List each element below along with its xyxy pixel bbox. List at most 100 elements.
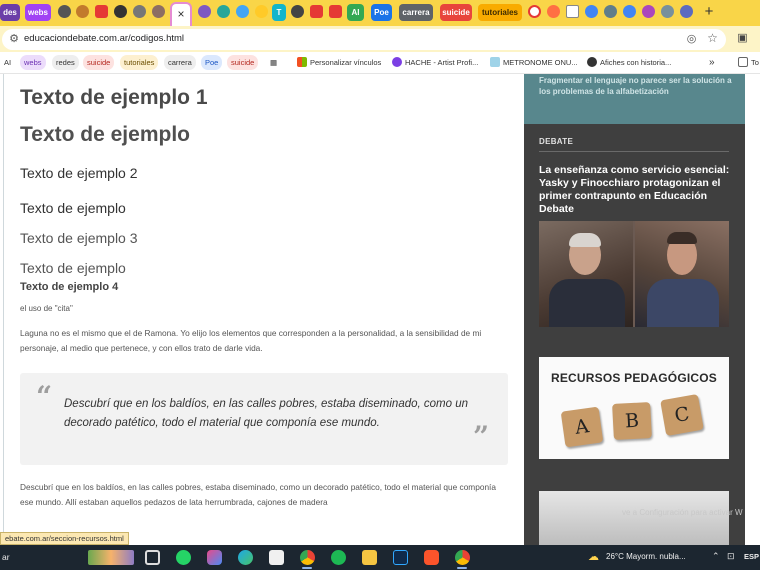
tab-favicon-icon[interactable] — [58, 5, 71, 18]
youtube-icon[interactable] — [310, 5, 323, 18]
search-highlight-image[interactable] — [88, 550, 134, 565]
tab-group-tutoriales[interactable]: tutoriales — [478, 4, 522, 21]
notepad-icon[interactable] — [269, 550, 284, 565]
tab-favicon-icon[interactable] — [133, 5, 146, 18]
file-explorer-icon[interactable] — [362, 550, 377, 565]
tab-favicon-icon[interactable] — [76, 5, 89, 18]
tab-group-carrera[interactable]: carrera — [399, 4, 433, 21]
apps-grid-icon[interactable]: ▦ — [270, 55, 277, 70]
youtube-icon[interactable] — [95, 5, 108, 18]
sidebar: Fragmentar el lenguaje no parece ser la … — [524, 74, 745, 545]
promo-text[interactable]: Fragmentar el lenguaje no parece ser la … — [539, 75, 734, 97]
section-label-debate: DEBATE — [539, 137, 574, 146]
bookmark-redes[interactable]: redes — [52, 55, 79, 70]
metronome-icon — [490, 57, 500, 68]
tab-favicon-icon[interactable] — [661, 5, 674, 18]
bookmark-tutoriales[interactable]: tutoriales — [120, 55, 159, 70]
bookmark-ai[interactable]: AI — [4, 55, 11, 70]
tab-favicon-icon[interactable] — [642, 5, 655, 18]
edge-icon[interactable] — [238, 550, 253, 565]
bookmark-carrera[interactable]: carrera — [164, 55, 196, 70]
bookmark-suicide[interactable]: suicide — [83, 55, 115, 70]
address-bar[interactable]: ⚙ educaciondebate.com.ar/codigos.html ◎ … — [2, 29, 726, 50]
bookmark-personalizar[interactable]: Personalizar vínculos — [297, 55, 381, 70]
browser-toolbar: ⚙ educaciondebate.com.ar/codigos.html ◎ … — [0, 26, 760, 52]
tab-favicon-icon[interactable] — [528, 5, 541, 18]
spotify-icon[interactable] — [331, 550, 346, 565]
tab-group-webs[interactable]: webs — [25, 4, 51, 21]
windows-taskbar: ar ☁ 26°C Mayorm. nubla... ⌃ ⊡ ESP — [0, 545, 760, 570]
photoshop-icon[interactable] — [393, 550, 408, 565]
tab-group-poe[interactable]: Poe — [371, 4, 392, 21]
tray-chevron-icon[interactable]: ⌃ — [712, 551, 720, 562]
google-icon[interactable] — [585, 5, 598, 18]
weather-widget[interactable]: 26°C Mayorm. nubla... — [606, 552, 686, 561]
debate-article-image[interactable] — [539, 221, 729, 327]
person-suit — [647, 279, 719, 327]
weather-cloud-icon[interactable]: ☁ — [588, 551, 602, 563]
url-text[interactable]: educaciondebate.com.ar/codigos.html — [24, 33, 184, 45]
tab-favicon-icon[interactable] — [547, 5, 560, 18]
tab-favicon-icon[interactable] — [217, 5, 230, 18]
bookmark-poe[interactable]: Poe — [201, 55, 223, 70]
bookmark-hache[interactable]: HACHE - Artist Profi... — [392, 55, 478, 70]
tab-favicon-icon[interactable] — [255, 5, 268, 18]
tab-favicon-icon[interactable] — [680, 5, 693, 18]
globe-icon — [587, 57, 597, 68]
brave-icon[interactable] — [424, 550, 439, 565]
heading-h3: Texto de ejemplo — [20, 260, 126, 276]
task-view-icon[interactable] — [145, 550, 160, 565]
recursos-pedagogicos-banner[interactable]: RECURSOS PEDAGÓGICOS A B C — [539, 357, 729, 459]
quote-text: Descubrí que en los baldíos, en las call… — [64, 398, 469, 429]
bookmark-folder[interactable]: To — [738, 55, 759, 70]
paragraph: Descubrí que en los baldíos, en las call… — [20, 482, 496, 507]
promo-article-link[interactable]: Fragmentar el lenguaje no parece ser la … — [524, 74, 745, 124]
tab-favicon-icon[interactable] — [152, 5, 165, 18]
tab-group-des[interactable]: des — [0, 4, 20, 21]
copilot-icon[interactable] — [207, 550, 222, 565]
tab-favicon-icon[interactable] — [604, 5, 617, 18]
bookmark-star-icon[interactable]: ☆ — [706, 32, 719, 45]
google-icon[interactable] — [623, 5, 636, 18]
tab-favicon-icon[interactable] — [198, 5, 211, 18]
language-indicator[interactable]: ESP — [744, 552, 759, 561]
tab-favicon-icon[interactable]: T — [272, 4, 286, 21]
taskbar-search[interactable]: ar — [2, 552, 10, 562]
site-info-icon[interactable]: ⚙ — [8, 33, 20, 45]
bookmark-suicide-2[interactable]: suicide — [227, 55, 259, 70]
extensions-icon[interactable]: ▣ — [736, 32, 749, 45]
banner-title: RECURSOS PEDAGÓGICOS — [550, 371, 718, 385]
new-tab-button[interactable]: + — [700, 3, 718, 21]
cite-caption: el uso de "cita" — [20, 304, 73, 313]
chrome-icon[interactable] — [300, 550, 315, 565]
web-page: Texto de ejemplo 1 Texto de ejemplo Text… — [0, 74, 760, 545]
heading-h1-numbered: Texto de ejemplo 1 — [20, 86, 208, 109]
person-hair — [569, 233, 601, 247]
chrome-icon[interactable] — [455, 550, 470, 565]
tab-favicon-icon[interactable] — [114, 5, 127, 18]
heading-h2-numbered: Texto de ejemplo 2 — [20, 165, 138, 181]
divider — [539, 151, 729, 152]
youtube-icon[interactable] — [329, 5, 342, 18]
active-tab-close-icon[interactable]: × — [170, 2, 192, 26]
page-gutter — [745, 74, 760, 545]
bookmark-metronome[interactable]: METRONOME ONU... — [490, 55, 578, 70]
tab-group-ai[interactable]: AI — [347, 4, 364, 21]
eye-off-icon[interactable]: ◎ — [685, 33, 698, 46]
tab-group-suicide[interactable]: suicide — [440, 4, 472, 21]
tab-strip: des webs × T AI Poe carrera suicide tuto… — [0, 0, 760, 26]
more-bookmarks-button[interactable]: » — [709, 55, 715, 70]
tab-favicon-icon[interactable] — [236, 5, 249, 18]
bookmark-afiches[interactable]: Afiches con historia... — [587, 55, 671, 70]
active-app-indicator — [302, 567, 312, 569]
bookmark-webs[interactable]: webs — [20, 55, 46, 70]
whatsapp-icon[interactable] — [176, 550, 191, 565]
sidebar-card-image[interactable] — [539, 491, 729, 545]
tab-favicon-icon[interactable] — [566, 5, 579, 18]
network-icon[interactable]: ⊡ — [727, 551, 735, 562]
active-app-indicator — [457, 567, 467, 569]
speaker-icon[interactable] — [291, 5, 304, 18]
windows-activation-watermark: ve a Configuración para activar W — [622, 508, 743, 517]
link-hover-status: ebate.com.ar/seccion-recursos.html — [0, 532, 129, 545]
debate-article-title[interactable]: La enseñanza como servicio esencial: Yas… — [539, 164, 734, 216]
